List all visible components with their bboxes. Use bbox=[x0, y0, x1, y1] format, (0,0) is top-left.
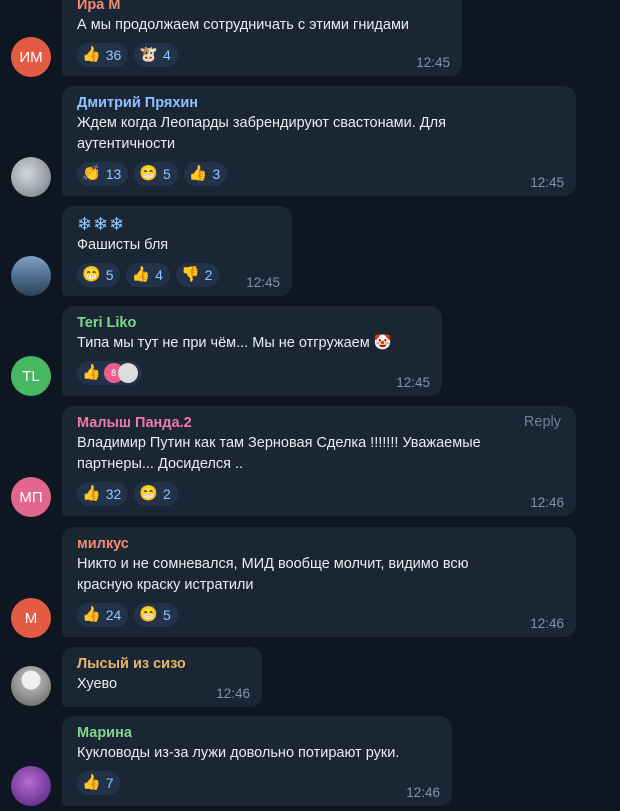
message-time: 12:45 bbox=[530, 175, 564, 190]
avatar[interactable] bbox=[11, 157, 51, 197]
reactions: 👍 24 😁 5 bbox=[77, 603, 561, 627]
clapping-hands-icon: 👏 bbox=[82, 165, 101, 182]
sender-name[interactable]: Малыш Панда.2 bbox=[77, 413, 561, 433]
sender-name[interactable]: Лысый из сизо bbox=[77, 654, 247, 674]
reaction-chip[interactable]: 😁 5 bbox=[134, 162, 178, 186]
message-text-line: Никто и не сомневался, МИД вообще молчит… bbox=[77, 556, 469, 572]
message-text-line: Ждем когда Леопарды забрендируют свастон… bbox=[77, 115, 446, 131]
grinning-face-icon: 😁 bbox=[139, 606, 158, 623]
sender-name[interactable]: Дмитрий Пряхин bbox=[77, 93, 561, 113]
reactions: 👏 13 😁 5 👍 3 bbox=[77, 162, 561, 186]
snowflake-icon: ❄❄❄ bbox=[77, 214, 126, 234]
grinning-face-icon: 😁 bbox=[139, 485, 158, 502]
avatar[interactable]: МП bbox=[11, 477, 51, 517]
message-bubble[interactable]: Дмитрий Пряхин Ждем когда Леопарды забре… bbox=[62, 86, 576, 196]
reaction-chip[interactable]: 😁 2 bbox=[134, 482, 178, 506]
reaction-chip[interactable]: 👏 13 bbox=[77, 162, 129, 186]
message-time: 12:45 bbox=[246, 275, 280, 290]
message-text: Фашисты бля bbox=[77, 237, 169, 253]
reaction-chip[interactable]: 👍 32 bbox=[77, 482, 129, 506]
message-bubble[interactable]: Малыш Панда.2 Reply Владимир Путин как т… bbox=[62, 406, 576, 516]
reaction-chip[interactable]: 😁 5 bbox=[134, 603, 178, 627]
reactions: 👍 8 bbox=[77, 361, 427, 385]
reactions: 👍 36 🐮 4 bbox=[77, 43, 447, 67]
message-text-line: красную краску истратили bbox=[77, 577, 254, 593]
thumbs-up-icon: 👍 bbox=[82, 774, 101, 791]
sender-name[interactable]: Ира М bbox=[77, 0, 447, 15]
avatar[interactable]: TL bbox=[11, 356, 51, 396]
thumbs-up-icon: 👍 bbox=[82, 364, 101, 381]
reaction-chip[interactable]: 👍 24 bbox=[77, 603, 129, 627]
avatar[interactable]: ИМ bbox=[11, 37, 51, 77]
message-time: 12:46 bbox=[530, 495, 564, 510]
reactor-avatar bbox=[117, 363, 138, 383]
message-time: 12:46 bbox=[406, 785, 440, 800]
message-bubble[interactable]: Teri Liko Типа мы тут не при чём... Мы н… bbox=[62, 306, 442, 396]
thumbs-up-icon: 👍 bbox=[188, 165, 208, 182]
message-bubble[interactable]: Лысый из сизо Хуево 12:46 bbox=[62, 647, 262, 707]
reactions: 👍 32 😁 2 bbox=[77, 482, 561, 506]
reaction-count: 5 bbox=[162, 607, 171, 623]
reaction-count: 5 bbox=[162, 166, 171, 182]
reaction-count: 32 bbox=[105, 486, 122, 502]
avatar-initials: М bbox=[24, 609, 38, 627]
message-text-line: партнеры... Досиделся .. bbox=[77, 456, 244, 472]
reactions: 👍 7 bbox=[77, 771, 437, 795]
reaction-chip[interactable]: 👍 4 bbox=[126, 263, 170, 287]
thumbs-up-icon: 👍 bbox=[82, 606, 101, 623]
reaction-chip[interactable]: 👍 8 bbox=[77, 361, 142, 385]
message-text: А мы продолжаем сотрудничать с этими гни… bbox=[77, 17, 410, 33]
reaction-count: 2 bbox=[204, 267, 213, 283]
reactor-badge: 8 bbox=[111, 368, 117, 378]
reply-button[interactable]: Reply bbox=[524, 414, 561, 430]
thumbs-up-icon: 👍 bbox=[82, 485, 101, 502]
sender-name[interactable]: Teri Liko bbox=[77, 313, 427, 333]
reaction-count: 7 bbox=[105, 775, 114, 791]
message-bubble[interactable]: милкус Никто и не сомневался, МИД вообще… bbox=[62, 527, 576, 637]
cow-face-icon: 🐮 bbox=[139, 46, 158, 63]
reaction-chip[interactable]: 👍 36 bbox=[77, 43, 129, 67]
reaction-chip[interactable]: 👍 3 bbox=[183, 162, 228, 186]
avatar-initials: ИМ bbox=[19, 48, 43, 66]
avatar[interactable]: М bbox=[11, 598, 51, 638]
thumbs-up-icon: 👍 bbox=[82, 46, 101, 63]
message-time: 12:46 bbox=[530, 616, 564, 631]
message-bubble[interactable]: Марина Кукловоды из-за лужи довольно пот… bbox=[62, 716, 452, 806]
message-bubble[interactable]: ❄❄❄ Фашисты бля 😁 5 👍 4 👎 2 12:45 bbox=[62, 206, 292, 296]
message-text: Кукловоды из-за лужи довольно потирают р… bbox=[77, 745, 400, 761]
message-time: 12:46 bbox=[216, 686, 250, 701]
reaction-chip[interactable]: 😁 5 bbox=[77, 263, 121, 287]
reaction-count: 5 bbox=[105, 267, 114, 283]
reaction-count: 13 bbox=[105, 166, 122, 182]
avatar[interactable] bbox=[11, 256, 51, 296]
reaction-chip[interactable]: 👍 7 bbox=[77, 771, 121, 795]
reaction-count: 4 bbox=[155, 267, 163, 283]
reaction-count: 36 bbox=[105, 47, 122, 63]
reaction-count: 2 bbox=[162, 486, 171, 502]
message-text: Типа мы тут не при чём... Мы не отгружае… bbox=[77, 335, 392, 351]
reaction-chip[interactable]: 🐮 4 bbox=[134, 43, 178, 67]
thumbs-up-icon: 👍 bbox=[131, 266, 151, 283]
message-time: 12:45 bbox=[416, 55, 450, 70]
reaction-count: 24 bbox=[105, 607, 122, 623]
reaction-chip[interactable]: 👎 2 bbox=[175, 263, 220, 287]
reaction-count: 3 bbox=[212, 166, 221, 182]
sender-name[interactable]: Марина bbox=[77, 723, 437, 743]
message-bubble[interactable]: Ира М А мы продолжаем сотрудничать с эти… bbox=[62, 0, 462, 76]
reaction-count: 4 bbox=[162, 47, 171, 63]
thumbs-down-icon: 👎 bbox=[180, 266, 200, 283]
sender-name[interactable]: милкус bbox=[77, 534, 561, 554]
message-text-line: Владимир Путин как там Зерновая Сделка !… bbox=[77, 435, 481, 451]
avatar-initials: МП bbox=[19, 488, 43, 506]
grinning-face-icon: 😁 bbox=[139, 165, 158, 182]
message-text-line: аутентичности bbox=[77, 136, 176, 152]
avatar[interactable] bbox=[11, 666, 51, 706]
grinning-face-icon: 😁 bbox=[82, 266, 101, 283]
avatar[interactable] bbox=[11, 766, 51, 806]
avatar-initials: TL bbox=[22, 367, 40, 385]
message-time: 12:45 bbox=[396, 375, 430, 390]
